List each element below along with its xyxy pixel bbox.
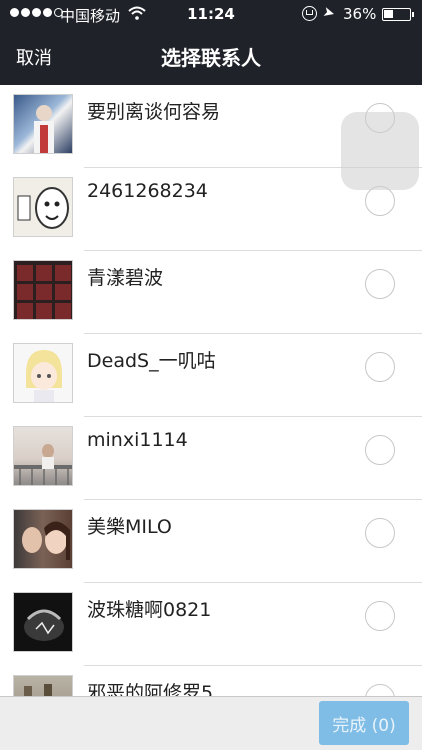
contact-name: 邪恶的阿修罗5 — [87, 682, 214, 696]
rotation-lock-icon — [302, 6, 317, 21]
list-item[interactable]: 波珠糖啊0821 — [0, 583, 422, 666]
select-radio[interactable] — [365, 269, 395, 299]
select-radio[interactable] — [365, 601, 395, 631]
assistive-touch-button[interactable] — [341, 112, 419, 190]
list-item[interactable]: 邪恶的阿修罗5 — [0, 666, 422, 696]
avatar — [13, 260, 73, 320]
status-bar: 中国移动 11:24 ➤ 36% — [0, 0, 422, 28]
avatar — [13, 94, 73, 154]
contact-name: DeadS_一叽咕 — [87, 350, 216, 372]
top-bar: 中国移动 11:24 ➤ 36% 取消 选择联系人 — [0, 0, 422, 85]
avatar — [13, 343, 73, 403]
avatar — [13, 675, 73, 696]
contact-name: minxi1114 — [87, 429, 188, 451]
done-button[interactable]: 完成 (0) — [319, 701, 409, 745]
contact-name: 2461268234 — [87, 180, 208, 202]
contact-name: 波珠糖啊0821 — [87, 599, 212, 621]
select-radio[interactable] — [365, 518, 395, 548]
page-title: 选择联系人 — [161, 46, 261, 70]
battery-icon — [382, 8, 414, 21]
select-radio[interactable] — [365, 186, 395, 216]
contact-name: 美樂MILO — [87, 516, 172, 538]
select-radio[interactable] — [365, 684, 395, 696]
select-radio[interactable] — [365, 435, 395, 465]
contact-name: 青漾碧波 — [87, 267, 164, 289]
contact-name: 要别离谈何容易 — [87, 101, 221, 123]
select-radio[interactable] — [365, 352, 395, 382]
battery-percentage: 36% — [343, 5, 377, 23]
list-item[interactable]: 美樂MILO — [0, 500, 422, 583]
list-item[interactable]: minxi1114 — [0, 417, 422, 500]
list-item[interactable]: DeadS_一叽咕 — [0, 334, 422, 417]
avatar — [13, 592, 73, 652]
avatar — [13, 426, 73, 486]
avatar — [13, 509, 73, 569]
list-item[interactable]: 青漾碧波 — [0, 251, 422, 334]
bottom-toolbar: 完成 (0) — [0, 696, 422, 750]
avatar — [13, 177, 73, 237]
